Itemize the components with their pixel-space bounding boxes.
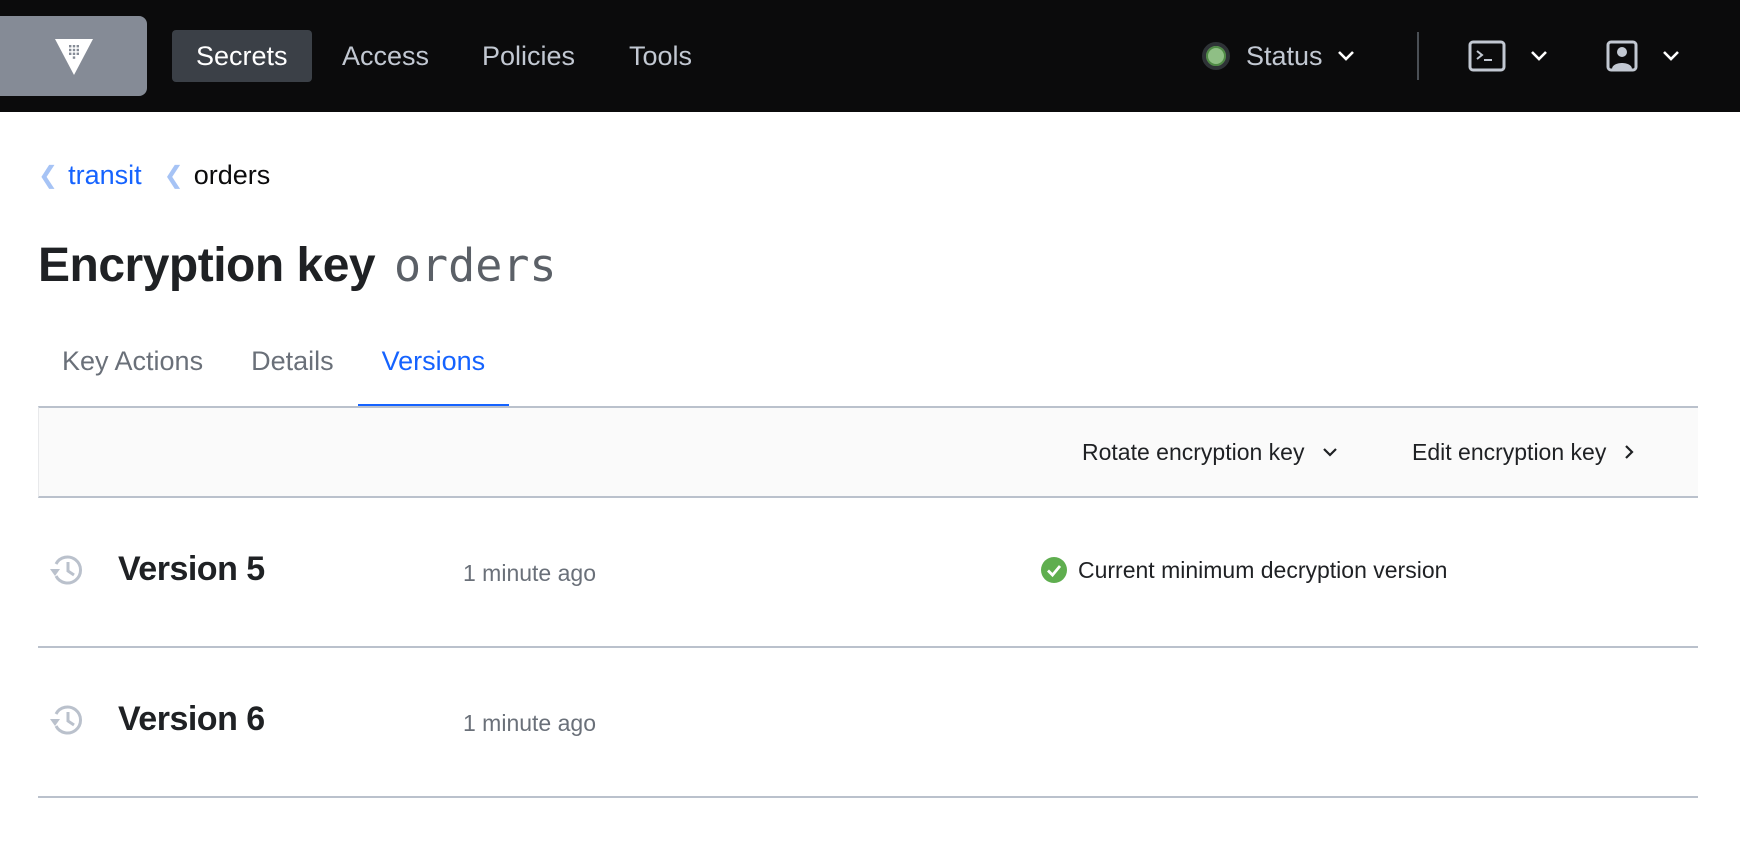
top-navbar: Secrets Access Policies Tools Status [0, 0, 1740, 112]
console-menu-button[interactable] [1468, 30, 1548, 82]
min-decryption-label: Current minimum decryption version [1078, 556, 1448, 583]
tab-bar: Key Actions Details Versions [38, 330, 510, 408]
page-title-label: Encryption key [38, 239, 376, 292]
user-icon [1606, 40, 1638, 72]
history-icon [50, 705, 83, 735]
nav-divider [1417, 32, 1419, 80]
breadcrumb-current: orders [193, 160, 271, 190]
nav-tools[interactable]: Tools [607, 30, 714, 82]
check-circle-icon [1041, 557, 1067, 583]
tab-details[interactable]: Details [227, 330, 358, 408]
chevron-left-icon: ❮ [38, 162, 59, 189]
vault-logo-icon [54, 39, 93, 75]
status-label: Status [1246, 40, 1323, 71]
version-row: Version 5 1 minute ago Current minimum d… [38, 498, 1698, 648]
key-toolbar: Rotate encryption key Edit encryption ke… [38, 406, 1698, 498]
chevron-right-icon [1625, 445, 1634, 459]
version-title: Version 5 [118, 550, 265, 588]
page-title: Encryption key orders [38, 238, 557, 293]
nav-access[interactable]: Access [320, 30, 451, 82]
history-icon [50, 555, 83, 585]
key-name: orders [393, 239, 557, 292]
chevron-down-icon [1337, 51, 1354, 61]
chevron-down-icon [1323, 448, 1338, 457]
vault-logo-button[interactable] [0, 16, 147, 96]
breadcrumb: ❮ transit ❮ orders [38, 160, 270, 191]
user-menu-button[interactable] [1606, 30, 1680, 82]
nav-secrets[interactable]: Secrets [172, 30, 312, 82]
version-title: Version 6 [118, 700, 265, 738]
edit-label: Edit encryption key [1412, 438, 1607, 465]
tab-versions[interactable]: Versions [357, 330, 510, 408]
chevron-down-icon [1663, 51, 1679, 61]
tab-key-actions[interactable]: Key Actions [38, 330, 227, 408]
version-time: 1 minute ago [463, 710, 596, 736]
rotate-label: Rotate encryption key [1082, 438, 1305, 465]
version-row: Version 6 1 minute ago [38, 648, 1698, 798]
rotate-encryption-key-button[interactable]: Rotate encryption key [1082, 408, 1338, 496]
status-menu-button[interactable]: Status [1202, 30, 1355, 82]
terminal-icon [1468, 40, 1506, 72]
min-decryption-status: Current minimum decryption version [1040, 556, 1447, 584]
chevron-down-icon [1531, 51, 1547, 61]
nav-policies[interactable]: Policies [460, 30, 597, 82]
breadcrumb-transit-link[interactable]: transit [68, 160, 142, 191]
status-indicator-icon [1202, 42, 1230, 70]
edit-encryption-key-button[interactable]: Edit encryption key [1412, 408, 1634, 496]
chevron-left-icon: ❮ [163, 162, 184, 189]
version-time: 1 minute ago [463, 560, 596, 586]
